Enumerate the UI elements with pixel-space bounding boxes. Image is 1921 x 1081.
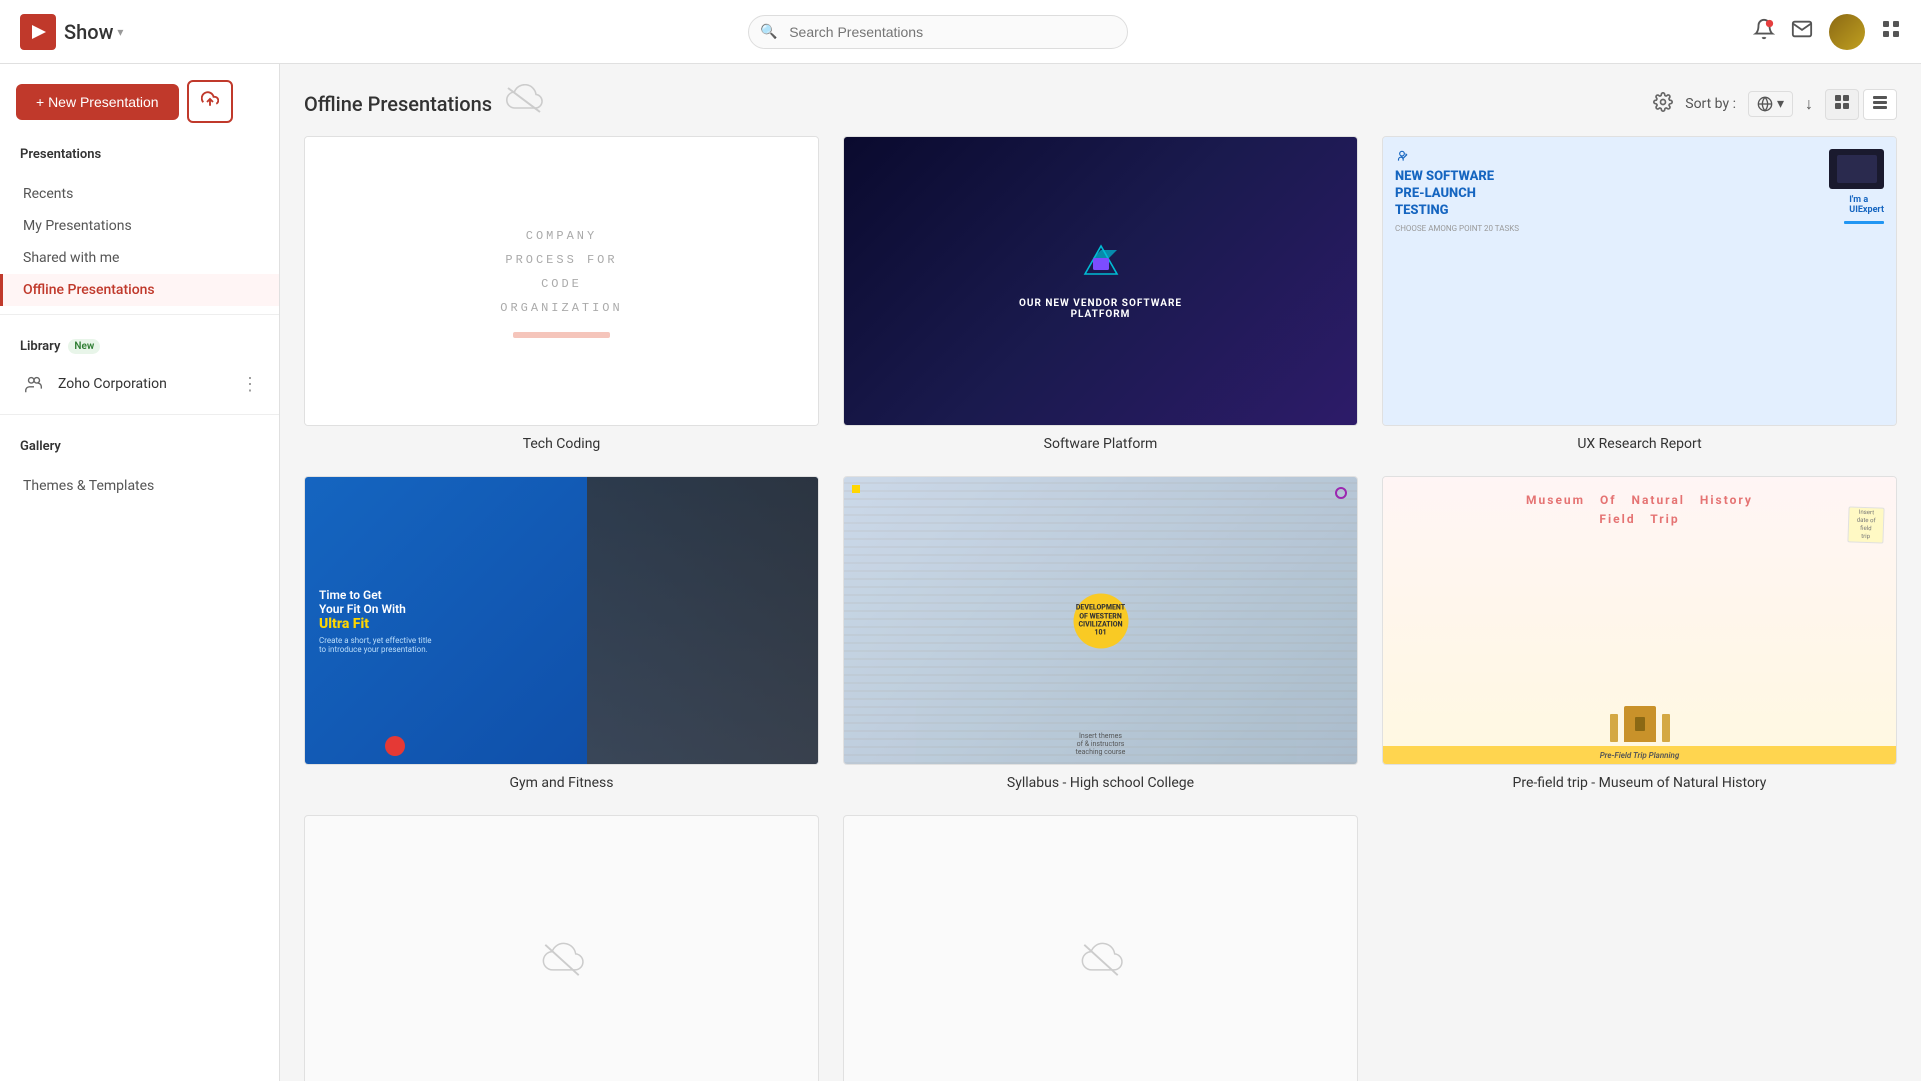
presentation-card-museum[interactable]: Museum Of Natural HistoryField Trip Inse… — [1382, 476, 1897, 792]
settings-icon[interactable] — [1653, 92, 1673, 117]
app-dropdown-arrow: ▾ — [117, 25, 123, 39]
sort-dropdown[interactable]: ▾ — [1748, 91, 1793, 117]
presentation-card-offline-2 — [843, 815, 1358, 1081]
main-content: Offline Presentations Sort by : — [280, 64, 1921, 1081]
thumb-text-software: OUR NEW VENDOR SOFTWAREPLATFORM — [1019, 298, 1182, 320]
presentations-grid: COMPANYPROCESS FORCODEORGANIZATION Tech … — [280, 136, 1921, 1081]
card-thumb-museum: Museum Of Natural HistoryField Trip Inse… — [1382, 476, 1897, 766]
thumb-title-museum: Museum Of Natural HistoryField Trip — [1526, 491, 1753, 529]
app-name: Show — [64, 20, 113, 44]
search-icon: 🔍 — [760, 24, 777, 40]
card-thumb-software: OUR NEW VENDOR SOFTWAREPLATFORM — [843, 136, 1358, 426]
gallery-title: Gallery — [20, 439, 259, 454]
view-toggle — [1825, 89, 1897, 120]
card-thumb-gym: Time to Get Your Fit On With Ultra Fit C… — [304, 476, 819, 766]
card-label-software: Software Platform — [843, 436, 1358, 452]
sidebar-item-shared[interactable]: Shared with me — [0, 242, 279, 274]
sidebar-item-themes[interactable]: Themes & Templates — [0, 470, 279, 502]
presentations-section-title: Presentations — [20, 147, 259, 162]
card-label-syllabus: Syllabus - High school College — [843, 775, 1358, 791]
avatar[interactable] — [1829, 14, 1865, 50]
presentation-card-ux[interactable]: NEW SOFTWAREPRE-LAUNCHTESTING CHOOSE AMO… — [1382, 136, 1897, 452]
list-view-button[interactable] — [1863, 89, 1897, 120]
card-label-gym: Gym and Fitness — [304, 775, 819, 791]
section-title: Offline Presentations — [304, 92, 492, 116]
card-thumb-tech-coding: COMPANYPROCESS FORCODEORGANIZATION — [304, 136, 819, 426]
card-thumb-offline-2 — [843, 815, 1358, 1081]
card-label-ux: UX Research Report — [1382, 436, 1897, 452]
sidebar-item-recents[interactable]: Recents — [0, 178, 279, 210]
presentation-card-software[interactable]: OUR NEW VENDOR SOFTWAREPLATFORM Software… — [843, 136, 1358, 452]
sort-direction-icon[interactable]: ↓ — [1805, 94, 1813, 114]
thumb-inner-software: OUR NEW VENDOR SOFTWAREPLATFORM — [1019, 242, 1182, 320]
card-thumb-syllabus: DEVELOPMENTOF WESTERNCIVILIZATION101 Ins… — [843, 476, 1358, 766]
card-thumb-offline-1 — [304, 815, 819, 1081]
gallery-section: Gallery — [0, 423, 279, 470]
card-label-tech-coding: Tech Coding — [304, 436, 819, 452]
content-header: Offline Presentations Sort by : — [280, 64, 1921, 136]
presentations-section: Presentations — [0, 131, 279, 178]
sidebar-item-my-presentations[interactable]: My Presentations — [0, 210, 279, 242]
presentation-card-tech-coding[interactable]: COMPANYPROCESS FORCODEORGANIZATION Tech … — [304, 136, 819, 452]
sidebar-item-offline[interactable]: Offline Presentations — [0, 274, 279, 306]
grid-view-button[interactable] — [1825, 89, 1859, 120]
sort-arrow-down: ▾ — [1777, 96, 1784, 112]
library-item-name: Zoho Corporation — [58, 376, 241, 392]
search-bar: 🔍 — [748, 15, 1128, 49]
library-new-badge: New — [68, 339, 100, 354]
sidebar: + New Presentation Presentations Recents… — [0, 64, 280, 1081]
sort-label: Sort by : — [1685, 96, 1736, 112]
content-controls: Sort by : ▾ ↓ — [1653, 89, 1897, 120]
card-thumb-ux: NEW SOFTWAREPRE-LAUNCHTESTING CHOOSE AMO… — [1382, 136, 1897, 426]
content-title: Offline Presentations — [304, 84, 544, 124]
library-section-header: Library New — [0, 323, 279, 362]
thumb-text-tech-coding: COMPANYPROCESS FORCODEORGANIZATION — [500, 224, 622, 338]
library-title: Library — [20, 339, 60, 354]
main-layout: + New Presentation Presentations Recents… — [0, 64, 1921, 1081]
header-right — [1753, 14, 1901, 50]
library-item-icon — [20, 370, 48, 398]
app-name-dropdown[interactable]: Show ▾ — [64, 20, 123, 44]
presentation-card-syllabus[interactable]: DEVELOPMENTOF WESTERNCIVILIZATION101 Ins… — [843, 476, 1358, 792]
upload-button[interactable] — [187, 80, 233, 123]
notification-icon[interactable] — [1753, 18, 1775, 45]
mail-icon[interactable] — [1791, 18, 1813, 45]
header: Show ▾ 🔍 — [0, 0, 1921, 64]
library-item-zoho[interactable]: Zoho Corporation ⋮ — [0, 362, 279, 406]
presentation-card-gym[interactable]: Time to Get Your Fit On With Ultra Fit C… — [304, 476, 819, 792]
search-input[interactable] — [748, 15, 1128, 49]
thumb-text-ux: NEW SOFTWAREPRE-LAUNCHTESTING CHOOSE AMO… — [1395, 149, 1819, 233]
thumb-text-gym: Time to Get Your Fit On With Ultra Fit C… — [319, 588, 804, 654]
card-label-museum: Pre-field trip - Museum of Natural Histo… — [1382, 775, 1897, 791]
library-item-menu-icon[interactable]: ⋮ — [241, 374, 259, 395]
presentation-card-offline-1 — [304, 815, 819, 1081]
offline-cloud-icon — [504, 84, 544, 124]
app-logo — [20, 14, 56, 50]
header-left: Show ▾ — [20, 14, 123, 50]
apps-grid-icon[interactable] — [1881, 19, 1901, 44]
new-presentation-button[interactable]: + New Presentation — [16, 84, 179, 120]
